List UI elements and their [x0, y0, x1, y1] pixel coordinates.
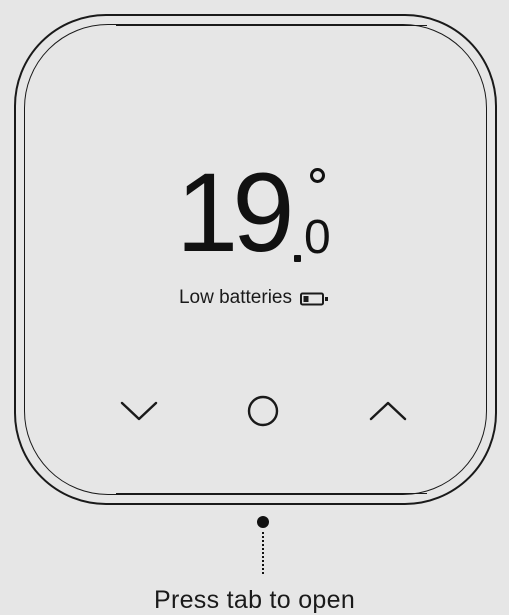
- status-text: Low batteries: [178, 287, 292, 308]
- bottom-seam: [116, 492, 427, 494]
- caption-text: Press tab to open: [153, 586, 356, 614]
- degree-symbol-icon: [310, 168, 325, 183]
- increase-temperature-button[interactable]: [366, 389, 410, 433]
- temperature-readout: 19 0: [176, 157, 346, 273]
- tab-pointer-dot[interactable]: [257, 516, 269, 528]
- circle-select-icon: [247, 395, 279, 427]
- decrease-temperature-button[interactable]: [117, 389, 161, 433]
- status-row: Low batteries: [0, 286, 509, 310]
- tab-pointer-dotted-line: [262, 532, 264, 576]
- chevron-down-icon: [120, 401, 158, 421]
- select-button[interactable]: [241, 389, 285, 433]
- decimal-point: [294, 255, 301, 262]
- temperature-whole-value: 19: [176, 150, 295, 275]
- chevron-up-icon: [369, 401, 407, 421]
- temperature-decimal-value: 0: [304, 211, 331, 264]
- top-seam: [116, 25, 427, 27]
- battery-low-icon: [300, 292, 330, 306]
